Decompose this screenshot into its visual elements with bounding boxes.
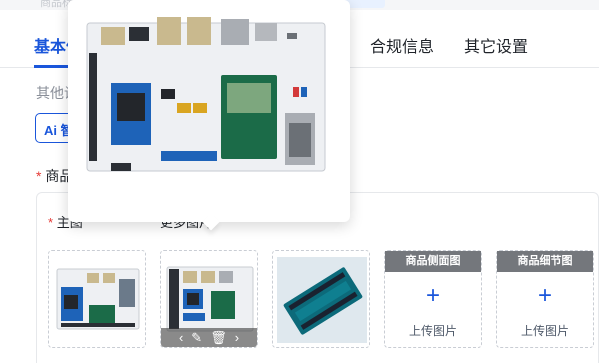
plus-icon[interactable]: + [385, 284, 481, 308]
pcb-board-image [49, 251, 145, 347]
required-mark: * [36, 168, 42, 184]
slot-title: 商品侧面图 [385, 251, 481, 272]
pcb-board-preview-image [81, 13, 337, 173]
slot-title: 商品细节图 [497, 251, 593, 272]
main-image-thumbnail[interactable] [48, 250, 146, 348]
thumbnail-hover-toolbar: ‹ ✎ 🗑 › [161, 328, 257, 347]
image-preview-popover [68, 0, 350, 222]
adapter-board-image [273, 251, 369, 347]
chevron-right-icon[interactable]: › [235, 328, 239, 347]
tab-compliance-info[interactable]: 合规信息 [370, 33, 434, 57]
delete-icon[interactable]: 🗑 [210, 328, 227, 347]
upload-image-text[interactable]: 上传图片 [497, 322, 593, 339]
additional-image-thumbnail[interactable] [272, 250, 370, 348]
additional-image-thumbnail[interactable]: ‹ ✎ 🗑 › [160, 250, 258, 348]
required-mark: * [48, 215, 54, 230]
edit-icon[interactable]: ✎ [191, 328, 202, 347]
plus-icon[interactable]: + [497, 284, 593, 308]
tab-other-settings[interactable]: 其它设置 [464, 33, 528, 57]
upload-image-text[interactable]: 上传图片 [385, 322, 481, 339]
upload-slot-detail-view[interactable]: 商品细节图 + 上传图片 [496, 250, 594, 348]
chevron-left-icon[interactable]: ‹ [179, 328, 183, 347]
upload-slot-side-view[interactable]: 商品侧面图 + 上传图片 [384, 250, 482, 348]
